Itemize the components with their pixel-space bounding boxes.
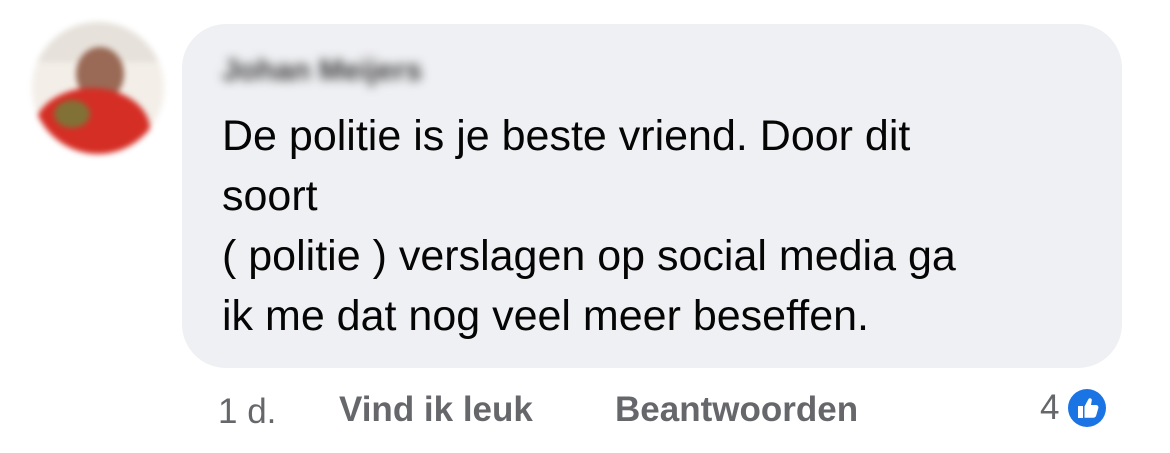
comment-author-name[interactable]: Johan Meijers [222,54,422,88]
thumbs-up-icon [1068,389,1107,427]
comment-actions: 1 d. Vind ik leuk Beantwoorden 4 [0,384,1170,434]
comment-text-line: soort [222,172,318,220]
comment-text-line: De politie is je beste vriend. Door dit [222,112,911,160]
reaction-summary[interactable]: 4 [1040,388,1107,428]
comment-bubble: Johan Meijers De politie is je beste vri… [182,24,1122,368]
comment-timestamp[interactable]: 1 d. [218,392,276,432]
avatar[interactable] [32,22,164,154]
comment-text-line: ik me dat nog veel meer beseffen. [222,292,869,340]
reaction-count: 4 [1040,388,1060,427]
like-button[interactable]: Vind ik leuk [339,390,533,430]
comment-text: De politie is je beste vriend. Door dit … [222,106,1102,346]
comment-text-line: ( politie ) verslagen op social media ga [222,232,956,280]
reply-button[interactable]: Beantwoorden [615,390,858,430]
comment-thread: Johan Meijers De politie is je beste vri… [0,0,1170,453]
